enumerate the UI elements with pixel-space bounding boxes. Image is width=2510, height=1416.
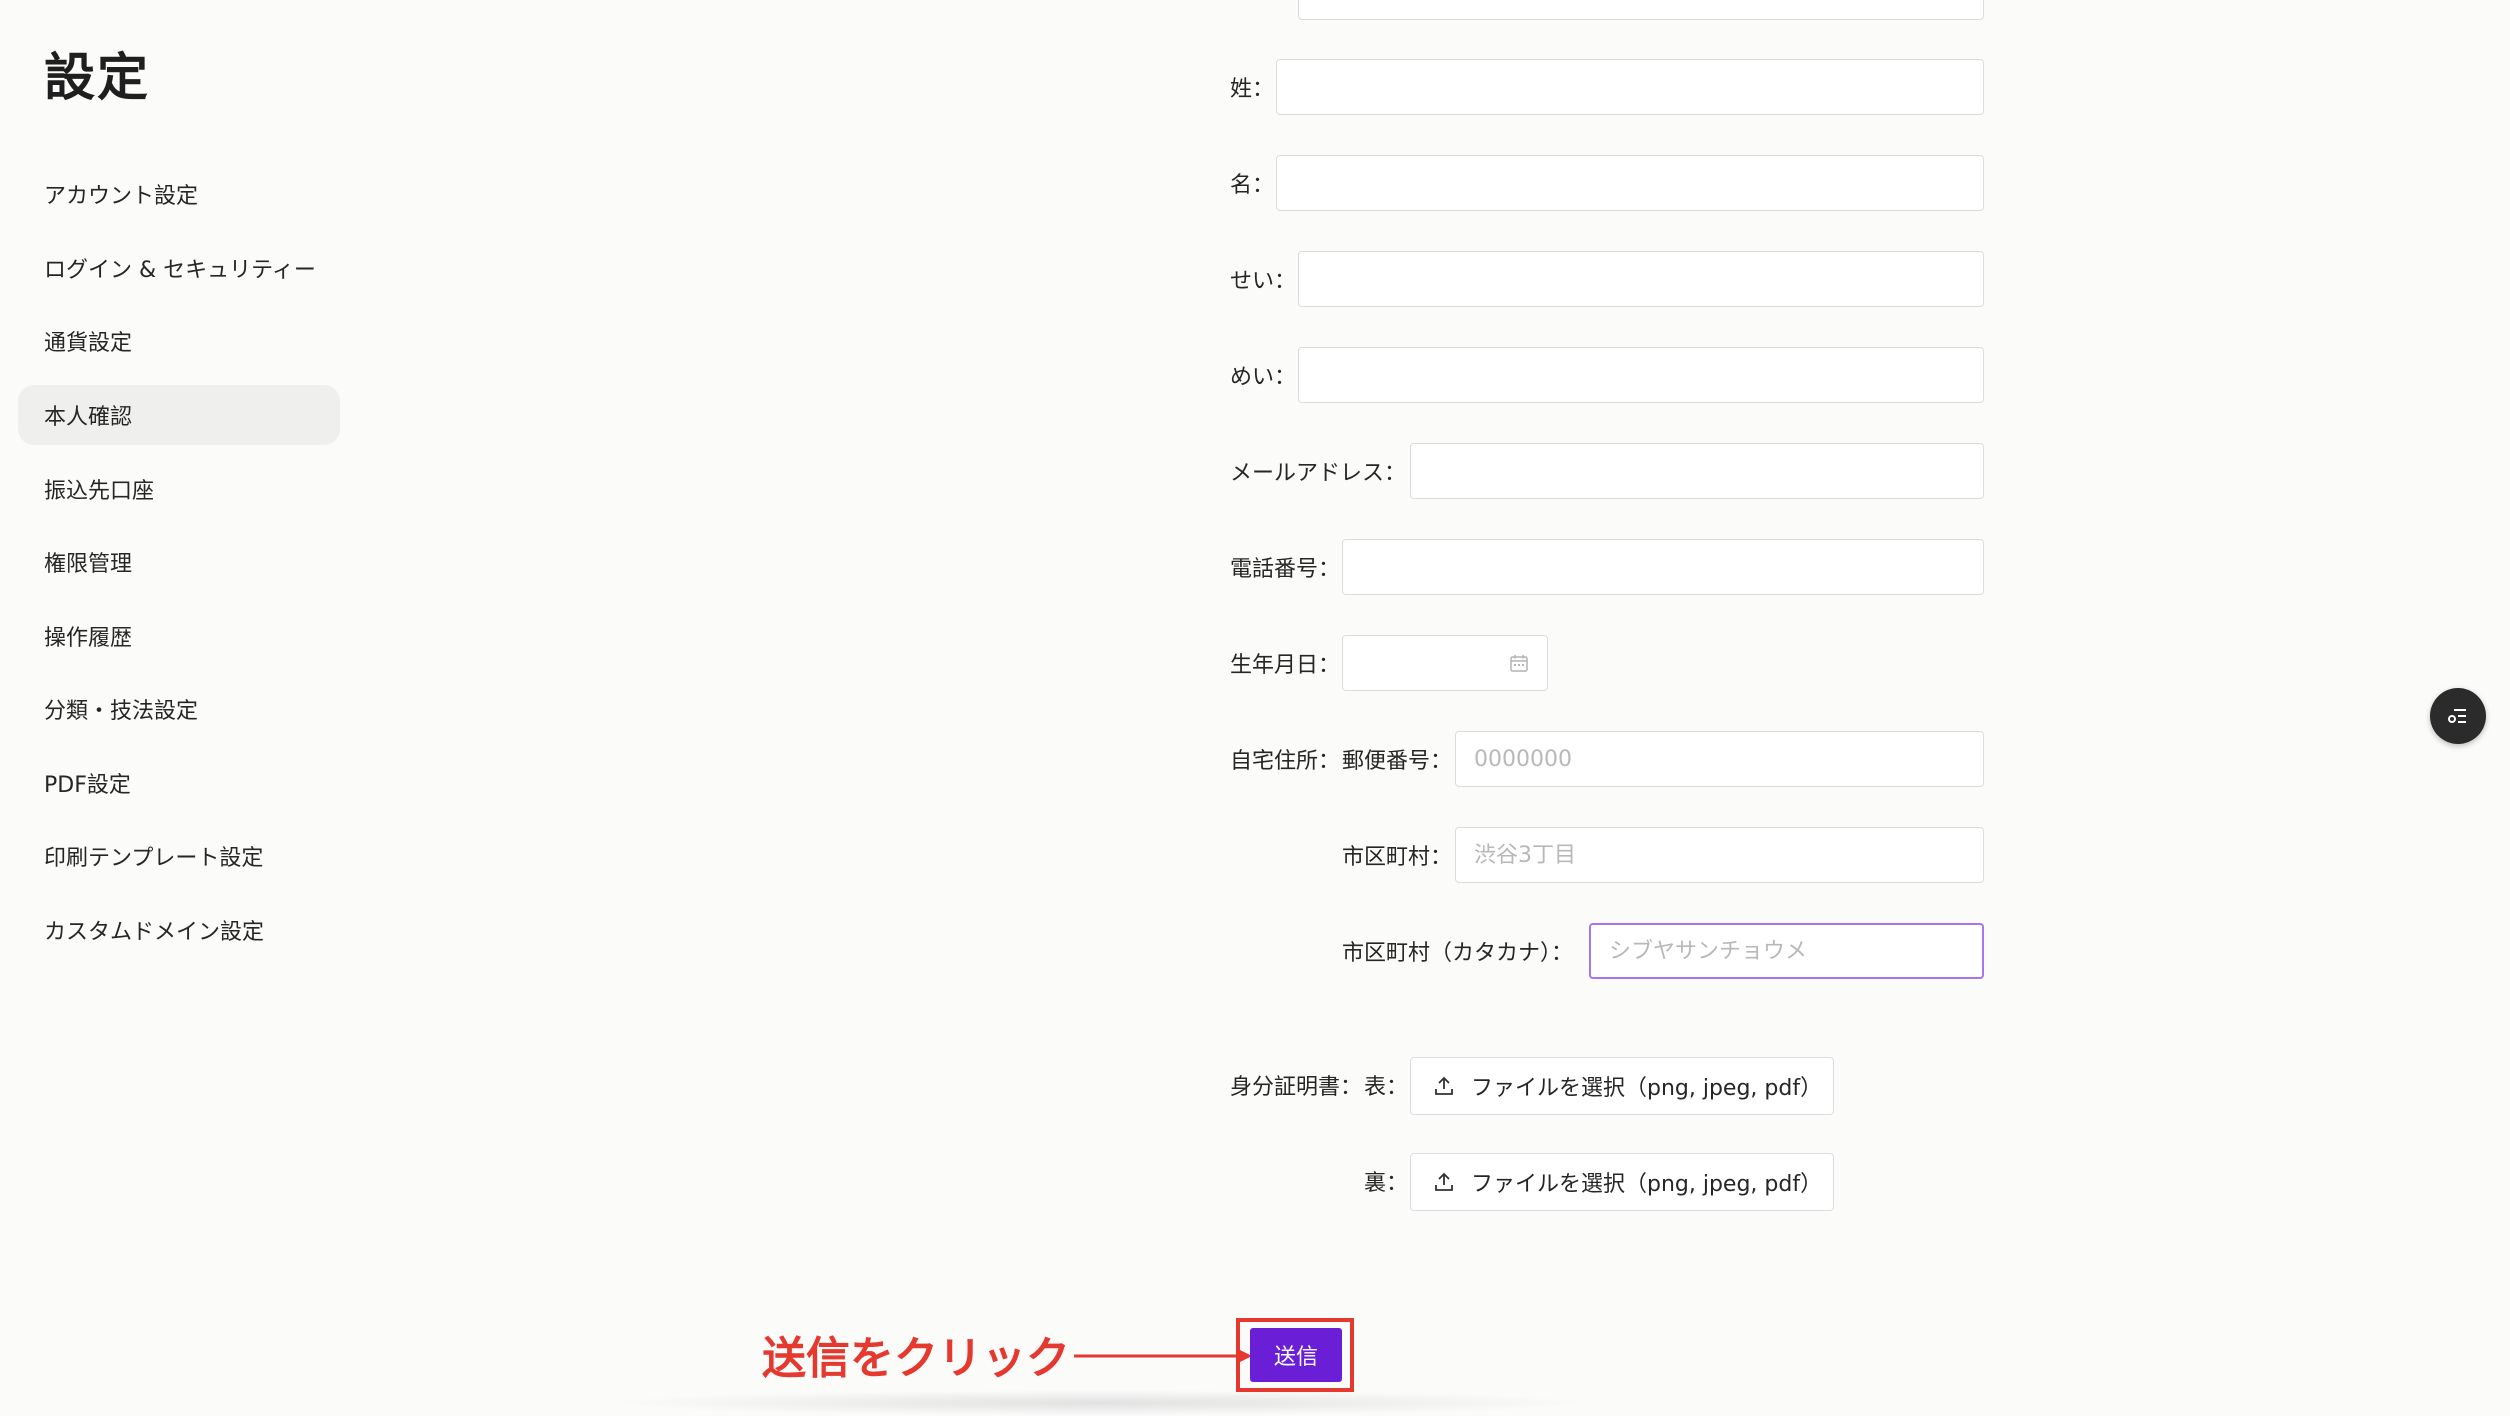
annotation-arrow-icon [1074, 1348, 1252, 1364]
page-title: 設定 [44, 49, 151, 108]
sidebar-item-identity-verification[interactable]: 本人確認 [18, 385, 340, 445]
last-name-kana-field[interactable] [1298, 251, 1984, 307]
upload-back-button[interactable]: ファイルを選択（png, jpeg, pdf） [1410, 1153, 1834, 1211]
sidebar-item-custom-domain[interactable]: カスタムドメイン設定 [18, 900, 340, 960]
email-field[interactable] [1410, 443, 1984, 499]
postal-code-label: 郵便番号： [1342, 749, 1453, 774]
sidebar-item-category-technique[interactable]: 分類・技法設定 [18, 679, 340, 739]
id-back-label: 裏： [1364, 1171, 1409, 1196]
partial-top-input[interactable] [1298, 0, 1984, 20]
last-name-label: 姓： [1230, 77, 1275, 102]
sidebar-item-login-security[interactable]: ログイン & セキュリティー [18, 238, 340, 298]
first-name-label: 名： [1230, 173, 1275, 198]
sidebar-item-print-template[interactable]: 印刷テンプレート設定 [18, 826, 340, 886]
sidebar-item-operation-history[interactable]: 操作履歴 [18, 606, 340, 666]
submit-button[interactable]: 送信 [1250, 1328, 1342, 1382]
upload-front-button[interactable]: ファイルを選択（png, jpeg, pdf） [1410, 1057, 1834, 1115]
id-document-label: 身分証明書： [1230, 1075, 1363, 1100]
sidebar-item-currency[interactable]: 通貨設定 [18, 311, 340, 371]
address-label: 自宅住所： [1230, 749, 1341, 774]
bottom-shadow [600, 1390, 1600, 1416]
phone-field[interactable] [1342, 539, 1984, 595]
calendar-icon[interactable] [1509, 653, 1529, 673]
first-name-kana-field[interactable] [1298, 347, 1984, 403]
upload-icon [1435, 1076, 1453, 1095]
birthdate-field[interactable] [1342, 635, 1548, 691]
city-label: 市区町村： [1342, 845, 1453, 870]
email-label: メールアドレス： [1230, 461, 1407, 486]
upload-front-label: ファイルを選択（png, jpeg, pdf） [1471, 1076, 1823, 1101]
birthdate-label: 生年月日： [1230, 653, 1341, 678]
city-kana-field[interactable] [1589, 923, 1984, 979]
last-name-kana-label: せい： [1230, 269, 1297, 294]
city-kana-label: 市区町村（カタカナ）： [1342, 941, 1574, 966]
sidebar: 設定 アカウント設定 ログイン & セキュリティー 通貨設定 本人確認 振込先口… [0, 0, 360, 1416]
sidebar-item-permissions[interactable]: 権限管理 [18, 532, 340, 592]
first-name-kana-label: めい： [1230, 365, 1297, 390]
upload-back-label: ファイルを選択（png, jpeg, pdf） [1471, 1172, 1823, 1197]
id-front-label: 表： [1364, 1075, 1409, 1100]
first-name-field[interactable] [1276, 155, 1984, 211]
annotation-callout-text: 送信をクリック [762, 1333, 1070, 1384]
last-name-field[interactable] [1276, 59, 1984, 115]
sidebar-item-bank-account[interactable]: 振込先口座 [18, 459, 340, 519]
floating-checklist-button[interactable] [2430, 688, 2486, 744]
sidebar-item-pdf[interactable]: PDF設定 [18, 753, 340, 813]
city-field[interactable] [1455, 827, 1984, 883]
settings-page: 設定 アカウント設定 ログイン & セキュリティー 通貨設定 本人確認 振込先口… [0, 0, 2510, 1416]
postal-code-field[interactable] [1455, 731, 1984, 787]
upload-icon [1435, 1172, 1453, 1191]
phone-label: 電話番号： [1230, 557, 1341, 582]
sidebar-item-account[interactable]: アカウント設定 [18, 164, 340, 224]
checklist-icon [2448, 709, 2466, 723]
